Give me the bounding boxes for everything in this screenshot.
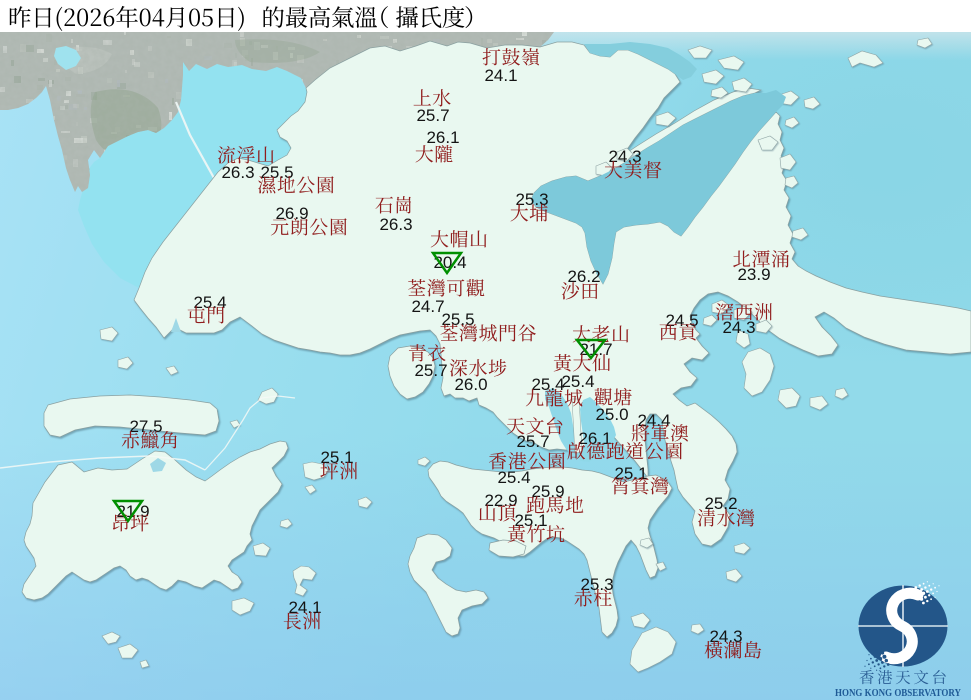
- svg-text:26.2: 26.2: [567, 267, 600, 286]
- svg-text:25.7: 25.7: [416, 106, 449, 125]
- svg-text:25.4: 25.4: [561, 372, 594, 391]
- svg-text:25.4: 25.4: [531, 375, 564, 394]
- svg-text:25.3: 25.3: [580, 575, 613, 594]
- svg-text:26.3: 26.3: [221, 163, 254, 182]
- svg-text:26.3: 26.3: [379, 215, 412, 234]
- svg-text:25.7: 25.7: [414, 361, 447, 380]
- svg-text:25.1: 25.1: [614, 464, 647, 483]
- svg-text:25.2: 25.2: [704, 494, 737, 513]
- svg-text:25.0: 25.0: [595, 405, 628, 424]
- svg-text:25.4: 25.4: [193, 293, 226, 312]
- svg-text:23.9: 23.9: [737, 265, 770, 284]
- svg-text:HONG KONG OBSERVATORY: HONG KONG OBSERVATORY: [835, 687, 961, 699]
- svg-text:26.0: 26.0: [454, 375, 487, 394]
- svg-text:24.1: 24.1: [288, 598, 321, 617]
- svg-text:25.3: 25.3: [515, 190, 548, 209]
- svg-text:25.7: 25.7: [516, 432, 549, 451]
- svg-text:26.1: 26.1: [426, 128, 459, 147]
- svg-text:24.7: 24.7: [411, 297, 444, 316]
- svg-text:24.1: 24.1: [484, 66, 517, 85]
- svg-text:24.3: 24.3: [722, 318, 755, 337]
- svg-text:25.4: 25.4: [497, 468, 530, 487]
